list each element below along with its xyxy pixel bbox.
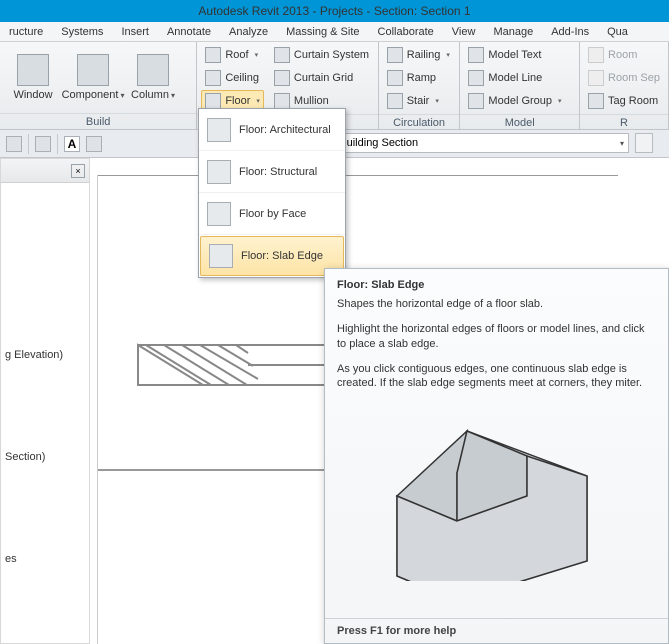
tag-room-icon <box>588 93 604 109</box>
floor-structural-item[interactable]: Floor: Structural <box>199 151 345 193</box>
tree-item[interactable]: Section) <box>5 451 85 463</box>
ramp-button[interactable]: Ramp <box>383 67 454 89</box>
floor-icon <box>205 93 221 109</box>
slab-edge-illustration <box>382 401 612 581</box>
floor-struct-icon <box>207 160 231 184</box>
dropdown-arrow-icon: ▾ <box>620 139 624 148</box>
menu-view[interactable]: View <box>443 26 485 38</box>
chevron-down-icon: ▾ <box>120 91 124 100</box>
curtain-system-button[interactable]: Curtain System <box>270 44 373 66</box>
floor-dropdown: Floor: Architectural Floor: Structural F… <box>198 108 346 278</box>
room-sep-icon <box>588 70 604 86</box>
menu-manage[interactable]: Manage <box>484 26 542 38</box>
tooltip-title: Floor: Slab Edge <box>337 279 656 291</box>
chevron-down-icon: ▾ <box>255 51 259 59</box>
menu-extra[interactable]: Qua <box>598 26 637 38</box>
text-style-icon[interactable] <box>86 136 102 152</box>
chevron-down-icon: ▾ <box>256 97 260 105</box>
model-text-button[interactable]: Model Text <box>464 44 565 66</box>
close-icon[interactable]: × <box>71 164 85 178</box>
chevron-down-icon: ▾ <box>171 91 175 100</box>
menu-structure[interactable]: ructure <box>0 26 52 38</box>
tag-room-button[interactable]: Tag Room <box>584 90 664 112</box>
ceiling-icon <box>205 70 221 86</box>
stair-icon <box>387 93 403 109</box>
room-icon <box>588 47 604 63</box>
ceiling-button[interactable]: Ceiling <box>201 67 264 89</box>
tooltip-text: Shapes the horizontal edge of a floor sl… <box>337 297 656 312</box>
floor-architectural-item[interactable]: Floor: Architectural <box>199 109 345 151</box>
tooltip-panel: Floor: Slab Edge Shapes the horizontal e… <box>324 268 669 644</box>
mullion-icon <box>274 93 290 109</box>
panel-title-room: R <box>580 114 668 130</box>
roof-icon <box>205 47 221 63</box>
railing-button[interactable]: Railing▾ <box>383 44 454 66</box>
room-separator-button: Room Sep <box>584 67 664 89</box>
floor-arch-icon <box>207 118 231 142</box>
window-icon <box>17 54 49 86</box>
room-button: Room <box>584 44 664 66</box>
curtain-system-icon <box>274 47 290 63</box>
menu-insert[interactable]: Insert <box>112 26 158 38</box>
chevron-down-icon: ▾ <box>558 97 562 105</box>
teapot-icon[interactable] <box>35 136 51 152</box>
menu-annotate[interactable]: Annotate <box>158 26 220 38</box>
stair-button[interactable]: Stair▾ <box>383 90 454 112</box>
curtain-grid-icon <box>274 70 290 86</box>
roof-button[interactable]: Roof▾ <box>201 44 264 66</box>
menu-analyze[interactable]: Analyze <box>220 26 277 38</box>
railing-icon <box>387 47 403 63</box>
text-a-icon[interactable]: A <box>64 136 80 152</box>
column-icon <box>137 54 169 86</box>
chevron-down-icon: ▾ <box>435 97 439 105</box>
panel-title-model: Model <box>460 114 579 130</box>
chevron-down-icon: ▾ <box>446 51 450 59</box>
menu-systems[interactable]: Systems <box>52 26 112 38</box>
column-button[interactable]: Column▾ <box>126 47 180 109</box>
panel-title-build: Build <box>0 113 196 129</box>
tooltip-footer: Press F1 for more help <box>325 618 668 643</box>
curtain-grid-button[interactable]: Curtain Grid <box>270 67 373 89</box>
component-icon <box>77 54 109 86</box>
model-text-icon <box>468 47 484 63</box>
model-line-button[interactable]: Model Line <box>464 67 565 89</box>
menu-massing-site[interactable]: Massing & Site <box>277 26 368 38</box>
model-line-icon <box>468 70 484 86</box>
menu-addins[interactable]: Add-Ins <box>542 26 598 38</box>
ramp-icon <box>387 70 403 86</box>
tree-item[interactable]: es <box>5 553 85 565</box>
floor-slab-edge-item[interactable]: Floor: Slab Edge <box>200 236 344 276</box>
model-group-button[interactable]: Model Group▾ <box>464 90 565 112</box>
tooltip-text: As you click contiguous edges, one conti… <box>337 362 656 392</box>
view-selector[interactable]: n : Building Section ▾ <box>319 133 629 153</box>
menubar: ructure Systems Insert Annotate Analyze … <box>0 22 669 42</box>
tooltip-text: Highlight the horizontal edges of floors… <box>337 322 656 352</box>
floor-by-face-item[interactable]: Floor by Face <box>199 193 345 235</box>
floor-face-icon <box>207 202 231 226</box>
window-titlebar: Autodesk Revit 2013 - Projects - Section… <box>0 0 669 22</box>
tool-icon[interactable] <box>6 136 22 152</box>
component-button[interactable]: Component▾ <box>66 47 120 109</box>
model-group-icon <box>468 93 484 109</box>
floor-slab-icon <box>209 244 233 268</box>
project-browser: × g Elevation) Section) es <box>0 158 90 644</box>
menu-collaborate[interactable]: Collaborate <box>369 26 443 38</box>
tree-item[interactable]: g Elevation) <box>5 349 85 361</box>
view-selector-options[interactable] <box>635 133 653 153</box>
panel-title-circulation: Circulation <box>379 114 460 130</box>
window-button[interactable]: Window <box>6 47 60 109</box>
